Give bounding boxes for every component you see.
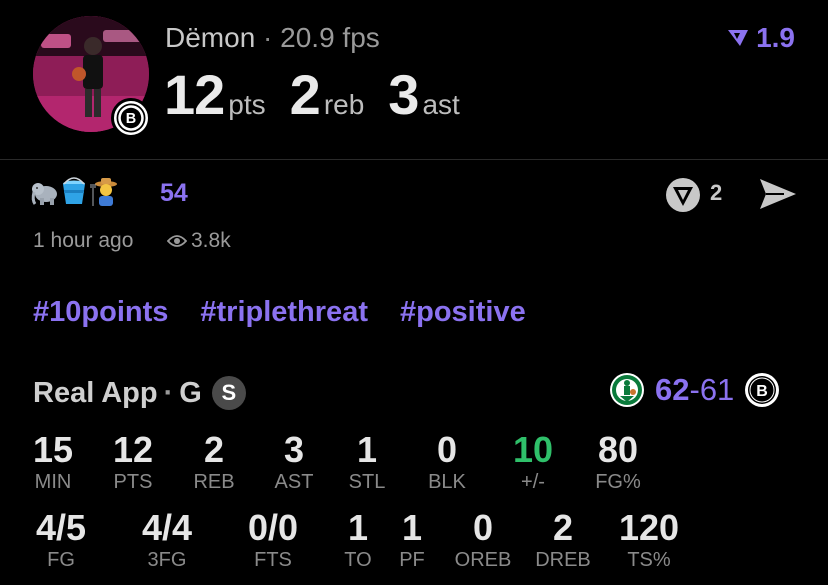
farmer-icon (90, 178, 117, 206)
stat-ts-pct: 120 TS% (612, 508, 686, 572)
source-name: Real App (33, 376, 158, 409)
stat-label: FTS (254, 549, 292, 571)
hashtags: #10points #triplethreat #positive (33, 296, 526, 329)
stat-label: +/- (521, 471, 545, 493)
stat-blk: 0 BLK (424, 430, 470, 494)
view-count: 3.8k (167, 229, 231, 253)
stat-value: 1 (356, 429, 378, 470)
points-label: pts (228, 89, 266, 120)
stat-fg: 4/5 FG (28, 508, 94, 572)
stat-fg-pct: 80 FG% (590, 430, 646, 494)
stat-value: 0 (436, 429, 458, 470)
view-count-value: 3.8k (191, 229, 231, 252)
reaction-count[interactable]: 54 (160, 179, 188, 208)
stat-label: BLK (428, 471, 466, 493)
eye-icon (167, 235, 187, 247)
player-line: Dëmon · 20.9 fps (165, 22, 380, 54)
stat-to: 1 TO (338, 508, 378, 572)
rating-arrow-icon (728, 30, 749, 46)
rating-value: 1.9 (756, 22, 795, 53)
nets-badge-icon: B (111, 98, 151, 138)
stat-value: 0/0 (247, 507, 299, 548)
post-time: 1 hour ago (33, 229, 134, 252)
game-source: Real App · G S (33, 376, 246, 410)
stat-value: 1 (347, 507, 369, 548)
starter-badge: S (211, 376, 246, 410)
stat-value: 2 (552, 507, 574, 548)
send-icon[interactable] (758, 176, 798, 212)
stat-label: FG% (595, 471, 641, 493)
home-score: 62 (655, 372, 690, 407)
stat-label: TS% (627, 549, 671, 571)
stat-ast: 3 AST (268, 430, 320, 494)
stat-value: 120 (618, 507, 680, 548)
headline-stats: 12 pts 2 reb 3 ast (164, 62, 484, 127)
player-name[interactable]: Dëmon (165, 22, 255, 53)
hashtag[interactable]: #positive (400, 296, 526, 329)
divider (0, 159, 828, 160)
rating-badge[interactable]: 1.9 (726, 22, 795, 54)
stat-pts: 12 PTS (108, 430, 158, 494)
rebounds-value: 2 (289, 63, 321, 126)
stat-fts: 0/0 FTS (238, 508, 308, 572)
stat-value: 2 (203, 429, 225, 470)
stat-label: REB (193, 471, 235, 493)
stat-plus-minus: 10 +/- (508, 430, 558, 494)
stat-value: 80 (597, 429, 639, 470)
comment-count[interactable]: 2 (710, 180, 722, 206)
position: G (179, 376, 202, 409)
stat-label: FG (47, 549, 75, 571)
hashtag[interactable]: #triplethreat (200, 296, 368, 329)
stat-reb: 2 REB (188, 430, 240, 494)
comment-icon[interactable] (664, 176, 702, 214)
stat-label: DREB (535, 549, 591, 571)
stat-pf: 1 PF (392, 508, 432, 572)
score-text: 62-61 (655, 372, 734, 408)
separator: · (163, 376, 174, 409)
stat-value: 15 (32, 429, 74, 470)
celtics-logo-icon (610, 373, 644, 407)
stat-value: 4/5 (35, 507, 87, 548)
stat-stl: 1 STL (344, 430, 390, 494)
stat-value: 4/4 (141, 507, 193, 548)
reaction-emojis[interactable] (30, 176, 118, 208)
rebounds-label: reb (323, 89, 365, 120)
game-score[interactable]: 62-61 B (609, 372, 780, 408)
elephant-icon (31, 183, 57, 205)
stat-oreb: 0 OREB (450, 508, 516, 572)
assists-label: ast (422, 89, 460, 120)
stat-3fg: 4/4 3FG (130, 508, 204, 572)
stat-label: PF (399, 549, 425, 571)
stat-value: 1 (401, 507, 423, 548)
svg-text:B: B (126, 111, 136, 127)
stat-value: 12 (112, 429, 154, 470)
stat-label: AST (274, 471, 314, 493)
nets-logo-icon: B (745, 373, 780, 407)
stat-label: OREB (454, 549, 512, 571)
stat-dreb: 2 DREB (530, 508, 596, 572)
svg-text:B: B (757, 383, 769, 400)
fps-value: 20.9 fps (280, 22, 380, 53)
stat-label: PTS (113, 471, 153, 493)
stat-value: 10 (512, 429, 554, 470)
points-value: 12 (164, 63, 225, 126)
hashtag[interactable]: #10points (33, 296, 168, 329)
stat-value: 3 (283, 429, 305, 470)
separator: · (263, 22, 273, 53)
stat-label: STL (348, 471, 386, 493)
away-score: 61 (699, 372, 735, 407)
stat-label: TO (344, 549, 372, 571)
score-dash: - (689, 372, 700, 407)
stat-min: 15 MIN (30, 430, 76, 494)
bucket-icon (63, 177, 85, 204)
stat-label: MIN (34, 471, 72, 493)
stat-label: 3FG (147, 549, 187, 571)
assists-value: 3 (388, 63, 419, 126)
stat-value: 0 (472, 507, 494, 548)
